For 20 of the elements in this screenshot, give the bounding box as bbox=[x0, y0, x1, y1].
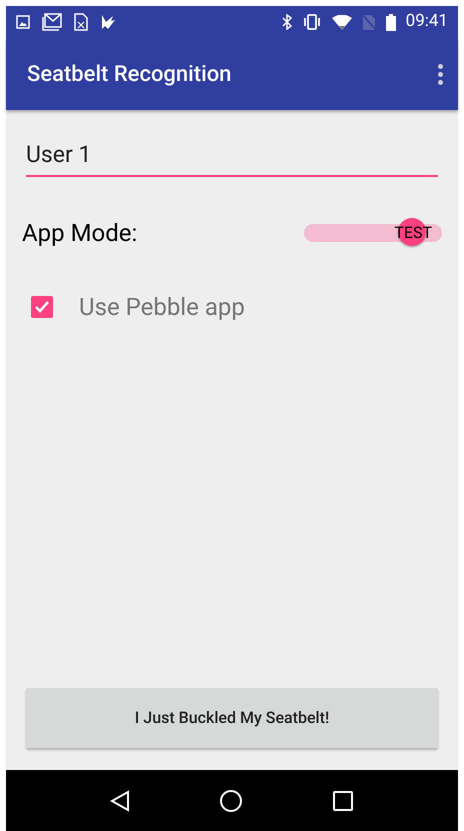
check-flag-icon bbox=[100, 14, 116, 30]
mail-icon bbox=[42, 13, 62, 31]
back-icon[interactable] bbox=[110, 790, 130, 812]
app-mode-label: App Mode: bbox=[22, 218, 138, 248]
bluetooth-icon bbox=[282, 14, 292, 30]
image-icon bbox=[16, 15, 30, 29]
user-name-field[interactable]: User 1 bbox=[26, 138, 438, 176]
checkbox-label: Use Pebble app bbox=[79, 292, 245, 322]
wifi-icon bbox=[332, 14, 352, 30]
checkbox[interactable] bbox=[31, 296, 53, 318]
home-icon[interactable] bbox=[218, 788, 243, 812]
checkmark-icon bbox=[34, 300, 50, 314]
buckled-seatbelt-button[interactable]: I Just Buckled My Seatbelt! bbox=[26, 688, 438, 748]
file-icon bbox=[74, 13, 88, 31]
clock-time: 09:41 bbox=[406, 10, 448, 34]
recent-apps-icon[interactable] bbox=[332, 790, 354, 812]
no-sim-icon bbox=[362, 14, 376, 30]
app-title: Seatbelt Recognition bbox=[27, 60, 232, 88]
vibrate-icon bbox=[302, 14, 322, 30]
battery-icon bbox=[386, 14, 396, 30]
